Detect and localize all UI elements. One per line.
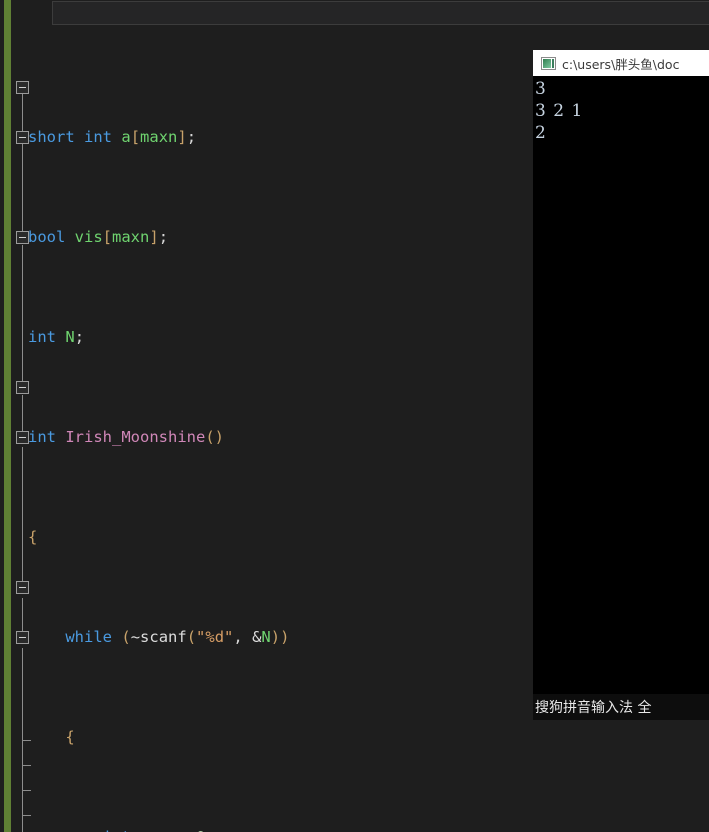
code-line[interactable]: { bbox=[28, 725, 709, 750]
console-title-bar[interactable]: c:\users\胖头鱼\doc bbox=[533, 50, 709, 76]
fold-connector bbox=[22, 138, 23, 238]
screen: short int a[maxn]; bool vis[maxn]; int N… bbox=[0, 0, 709, 832]
console-output-line: 3 2 1 bbox=[535, 101, 584, 121]
console-output-line: 3 bbox=[535, 79, 547, 99]
change-indicator-bar bbox=[4, 0, 11, 832]
cmd-window-icon bbox=[541, 56, 556, 70]
fold-connector bbox=[22, 245, 23, 390]
code-line[interactable]: int ans = 0; bbox=[28, 825, 709, 832]
fold-connector bbox=[22, 88, 23, 131]
fold-connector bbox=[22, 447, 23, 592]
console-output[interactable]: 3 3 2 1 2 bbox=[533, 76, 709, 694]
console-window[interactable]: c:\users\胖头鱼\doc 3 3 2 1 2 搜狗拼音输入法 全 bbox=[533, 50, 709, 720]
ime-status-text: 搜狗拼音输入法 全 bbox=[535, 700, 652, 716]
ime-status-bar[interactable]: 搜狗拼音输入法 全 bbox=[533, 694, 709, 720]
console-output-line: 2 bbox=[535, 123, 547, 143]
current-line-highlight bbox=[52, 1, 709, 25]
console-title-text: c:\users\胖头鱼\doc bbox=[562, 56, 680, 72]
